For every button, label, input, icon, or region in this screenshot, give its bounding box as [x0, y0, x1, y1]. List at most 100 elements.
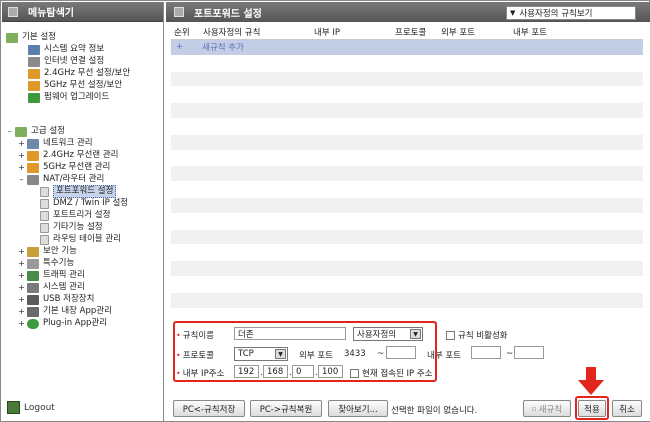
- ip-octet-4[interactable]: 100: [318, 365, 343, 378]
- int-port-to[interactable]: [514, 346, 544, 359]
- sidebar-item-system[interactable]: + 시스템 관리: [18, 282, 85, 293]
- current-ip-checkbox[interactable]: [350, 368, 359, 378]
- sidebar-item-nat[interactable]: – NAT/라우터 관리: [18, 174, 104, 185]
- panel-header: 포트포워드 설정 ▼ 사용자정의 규칙보기: [166, 2, 650, 22]
- expand-toggle[interactable]: +: [18, 294, 25, 305]
- lock-icon: [27, 246, 39, 257]
- sidebar-item-portforward[interactable]: 포트포워드 설정: [40, 185, 117, 198]
- rule-type-select[interactable]: 사용자정의 ▼: [353, 327, 423, 341]
- sidebar-item-special[interactable]: + 특수기능: [18, 258, 74, 269]
- sidebar-item-internet[interactable]: 인터넷 연결 설정: [28, 56, 104, 67]
- table-row: [171, 309, 643, 325]
- tree-advanced-settings[interactable]: – 고급 설정: [6, 126, 65, 137]
- restore-rules-from-pc-button[interactable]: PC->규칙복원: [250, 400, 322, 417]
- page-icon: [40, 222, 49, 233]
- ip-row: • 내부 IP주소: [176, 367, 224, 380]
- expand-toggle[interactable]: +: [18, 282, 25, 293]
- sidebar-title: 메뉴탐색기: [28, 8, 74, 19]
- page-icon: [40, 186, 49, 197]
- ext-port-from[interactable]: 3433: [344, 349, 366, 359]
- view-rules-select[interactable]: ▼ 사용자정의 규칙보기: [506, 6, 636, 20]
- table-row: [171, 245, 643, 262]
- table-row: [171, 214, 643, 230]
- sidebar-item-network[interactable]: + 네트워크 관리: [18, 138, 93, 149]
- collapse-toggle[interactable]: –: [6, 126, 13, 137]
- new-rule-icon: ▫: [531, 404, 537, 413]
- col-rank: 순위: [174, 28, 190, 38]
- sidebar-item-wifi24[interactable]: 2.4GHz 무선 설정/보안: [28, 68, 130, 79]
- protocol-label: 프로토콜: [182, 351, 214, 361]
- rule-name-row: • 규칙이름: [176, 329, 214, 342]
- ext-port-to[interactable]: [386, 346, 416, 359]
- table-header: 순위 사용자정의 규칙 내부 IP 프로토콜 외부 포트 내부 포트: [171, 23, 643, 40]
- cancel-button[interactable]: 취소: [612, 400, 642, 417]
- table-row: [171, 277, 643, 293]
- expand-toggle[interactable]: +: [18, 318, 25, 329]
- add-icon: +: [176, 42, 184, 53]
- expand-toggle[interactable]: +: [18, 138, 25, 149]
- protocol-row: • 프로토콜: [176, 349, 214, 362]
- logout-button[interactable]: Logout: [7, 401, 55, 414]
- add-rule-row[interactable]: + 새규칙 추가: [171, 40, 643, 56]
- sidebar-item-routing[interactable]: 라우팅 테이블 관리: [40, 234, 121, 245]
- wireless-icon: [27, 150, 39, 161]
- sidebar-item-security[interactable]: + 보안 기능: [18, 246, 77, 257]
- expand-toggle[interactable]: +: [18, 270, 25, 281]
- sidebar-item-wlan5[interactable]: + 5GHz 무선랜 관리: [18, 162, 110, 173]
- router-admin-window: 메뉴탐색기 기본 설정 시스템 요약 정보 인터넷 연결 설정 2.4GHz 무…: [0, 0, 650, 422]
- tools-icon: [27, 258, 39, 269]
- dropdown-arrow-icon: ▼: [410, 329, 421, 339]
- sidebar-item-porttrigger[interactable]: 포트트리거 설정: [40, 210, 110, 221]
- expand-toggle[interactable]: +: [18, 306, 25, 317]
- sidebar-item-firmware[interactable]: 펌웨어 업그레이드: [28, 92, 109, 103]
- current-ip-option[interactable]: 현재 접속된 IP 주소: [350, 367, 432, 379]
- browse-button[interactable]: 찾아보기...: [328, 400, 388, 417]
- table-row: [171, 229, 643, 246]
- expand-toggle[interactable]: +: [18, 258, 25, 269]
- table-row: [171, 103, 643, 119]
- save-rules-to-pc-button[interactable]: PC<-규칙저장: [173, 400, 245, 417]
- sidebar-item-usb[interactable]: + USB 저장장치: [18, 294, 94, 305]
- sidebar-header: 메뉴탐색기: [2, 2, 163, 22]
- ip-octet-3[interactable]: 0: [292, 365, 314, 378]
- red-arrow-icon: [578, 367, 604, 395]
- page-icon: [40, 210, 49, 221]
- col-internal-ip: 내부 IP: [314, 28, 340, 38]
- expand-toggle[interactable]: +: [18, 246, 25, 257]
- table-row: [171, 197, 643, 214]
- ext-port-label: 외부 포트: [299, 351, 333, 361]
- sidebar-item-dmz[interactable]: DMZ / Twin IP 설정: [40, 198, 128, 209]
- bullet-icon: •: [176, 368, 181, 378]
- collapse-toggle[interactable]: –: [18, 174, 25, 185]
- int-port-from[interactable]: [471, 346, 501, 359]
- rule-name-label: 규칙이름: [182, 331, 214, 341]
- page-icon: [40, 234, 49, 245]
- sidebar-item-misc[interactable]: 기타기능 설정: [40, 222, 103, 233]
- int-port-label: 내부 포트: [427, 351, 461, 361]
- table-rows: + 새규칙 추가: [171, 40, 643, 325]
- network-icon: [28, 56, 40, 67]
- table-row: [171, 292, 643, 309]
- protocol-select[interactable]: TCP ▼: [234, 347, 288, 361]
- disable-rule-checkbox[interactable]: [446, 330, 455, 340]
- file-status: 선택한 파일이 없습니다.: [391, 406, 478, 416]
- expand-toggle[interactable]: +: [18, 150, 25, 161]
- ip-octet-2[interactable]: 168: [263, 365, 288, 378]
- bullet-icon: •: [176, 350, 181, 360]
- sidebar-item-traffic[interactable]: + 트래픽 관리: [18, 270, 85, 281]
- sidebar-item-plugin-app[interactable]: + Plug-in App관리: [18, 318, 107, 329]
- col-external-port: 외부 포트: [441, 28, 475, 38]
- sidebar-item-wifi5[interactable]: 5GHz 무선 설정/보안: [28, 80, 122, 91]
- new-rule-button[interactable]: ▫ 새규칙: [523, 400, 571, 417]
- ip-octet-1[interactable]: 192: [234, 365, 259, 378]
- disable-rule-option[interactable]: 규칙 비활성화: [446, 329, 508, 341]
- sidebar-item-system-summary[interactable]: 시스템 요약 정보: [28, 44, 104, 55]
- rule-name-input[interactable]: 더존: [234, 327, 346, 340]
- tree-basic-settings[interactable]: 기본 설정: [6, 32, 56, 43]
- wireless-icon: [28, 80, 40, 91]
- expand-toggle[interactable]: +: [18, 162, 25, 173]
- bullet-icon: •: [176, 330, 181, 340]
- sidebar-item-builtin-app[interactable]: + 기본 내장 App관리: [18, 306, 112, 317]
- col-internal-port: 내부 포트: [513, 28, 547, 38]
- sidebar-item-wlan24[interactable]: + 2.4GHz 무선랜 관리: [18, 150, 118, 161]
